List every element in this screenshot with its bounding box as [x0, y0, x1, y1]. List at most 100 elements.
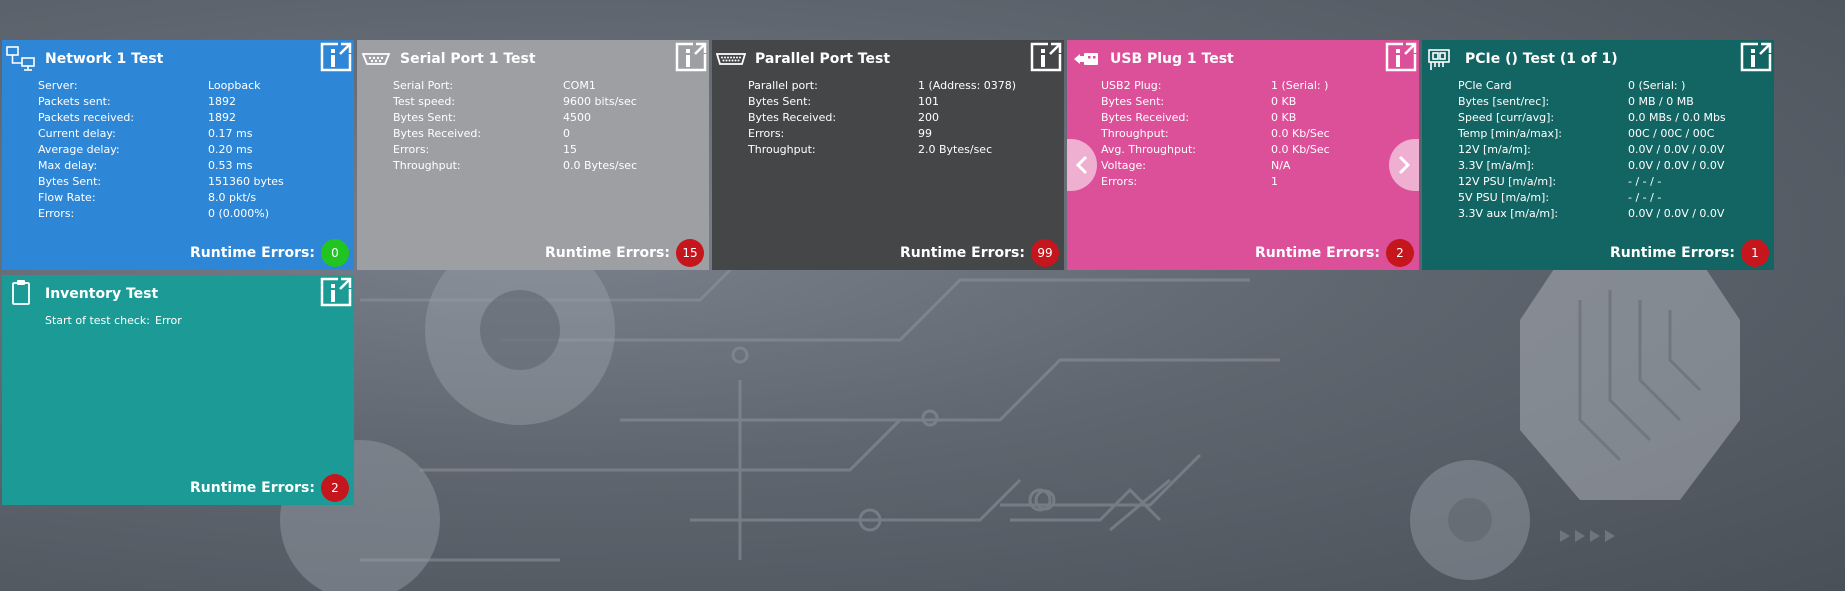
info-popout-icon[interactable]: [1385, 42, 1417, 72]
stat-row: Average delay: 0.20 ms: [38, 142, 284, 158]
info-popout-icon[interactable]: [675, 42, 707, 72]
stat-row: 12V PSU [m/a/m]: - / - / -: [1458, 174, 1726, 190]
stat-label: Bytes Sent:: [1101, 95, 1165, 108]
runtime-errors-badge: 2: [321, 474, 349, 502]
stat-label: 12V PSU [m/a/m]:: [1458, 175, 1557, 188]
stat-row: Bytes [sent/rec]: 0 MB / 0 MB: [1458, 94, 1726, 110]
stat-row: Errors: 1: [1101, 174, 1330, 190]
stat-value: COM1: [563, 79, 596, 92]
stat-value: 0.53 ms: [208, 159, 253, 172]
runtime-errors-label: Runtime Errors:: [545, 245, 670, 261]
tile-title: Network 1 Test: [45, 51, 164, 67]
stats-table: PCIe Card 0 (Serial: ) Bytes [sent/rec]: 0 …: [1458, 78, 1726, 222]
runtime-errors-label: Runtime Errors:: [1610, 245, 1735, 261]
stat-label: 3.3V aux [m/a/m]:: [1458, 207, 1559, 220]
stat-row: Bytes Received: 0: [393, 126, 637, 142]
stat-label: Errors:: [393, 143, 430, 156]
stat-label: Flow Rate:: [38, 191, 96, 204]
stat-value: 0.0 Bytes/sec: [563, 159, 638, 172]
inventory-test-tile[interactable]: Inventory Test Start of test check: Error…: [2, 275, 354, 505]
stat-row: Temp [min/a/max]: 00C / 00C / 00C: [1458, 126, 1726, 142]
prev-item-button[interactable]: [1067, 139, 1097, 191]
usb-plug-icon: [1074, 53, 1098, 65]
stat-value: 151360 bytes: [208, 175, 284, 188]
stat-label: 3.3V [m/a/m]:: [1458, 159, 1535, 172]
stat-label: Average delay:: [38, 143, 120, 156]
stat-row: Bytes Received: 0 KB: [1101, 110, 1330, 126]
stat-row: Bytes Sent: 101: [748, 94, 1016, 110]
stat-value: 4500: [563, 111, 591, 124]
runtime-errors-badge: 2: [1386, 239, 1414, 267]
stat-value: 1 (Address: 0378): [918, 79, 1017, 92]
pcie-test-tile[interactable]: PCIe () Test (1 of 1) PCIe Card 0 (Serial…: [1422, 40, 1774, 270]
stat-row: Flow Rate: 8.0 pkt/s: [38, 190, 284, 206]
stat-row: USB2 Plug: 1 (Serial: ): [1101, 78, 1330, 94]
runtime-errors-badge: 99: [1031, 239, 1059, 267]
parallel-port-icon: [716, 53, 746, 65]
parallel-port-test-tile[interactable]: Parallel Port Test Parallel port: 1 (Addr…: [712, 40, 1064, 270]
stat-label: Bytes Received:: [393, 127, 482, 140]
pcie-card-icon: [1428, 49, 1450, 70]
info-popout-icon[interactable]: [320, 42, 352, 72]
network-computers-icon: [6, 46, 35, 71]
info-popout-icon[interactable]: [1030, 42, 1062, 72]
stat-row: Errors: 99: [748, 126, 1016, 142]
runtime-errors: Runtime Errors: 1: [1610, 238, 1769, 268]
stat-label: Avg. Throughput:: [1101, 143, 1196, 156]
stat-label: 5V PSU [m/a/m]:: [1458, 191, 1550, 204]
serial-port-test-tile[interactable]: Serial Port 1 Test Serial Port: COM1 Test …: [357, 40, 709, 270]
stat-row: Bytes Sent: 4500: [393, 110, 637, 126]
stat-label: Voltage:: [1101, 159, 1146, 172]
stat-value: 1 (Serial: ): [1271, 79, 1329, 92]
network-test-tile[interactable]: Network 1 Test Server: Loopback Packets se…: [2, 40, 354, 270]
stat-row: 3.3V aux [m/a/m]: 0.0V / 0.0V / 0.0V: [1458, 206, 1726, 222]
info-popout-icon[interactable]: [1740, 42, 1772, 72]
runtime-errors: Runtime Errors: 15: [545, 238, 704, 268]
stat-value: 200: [918, 111, 939, 124]
tile-title: Inventory Test: [45, 286, 159, 302]
stat-label: Errors:: [38, 207, 75, 220]
stat-row: Throughput: 0.0 Kb/Sec: [1101, 126, 1330, 142]
stat-row: Start of test check: Error: [45, 313, 182, 329]
stat-row: 12V [m/a/m]: 0.0V / 0.0V / 0.0V: [1458, 142, 1726, 158]
stats-table: Server: Loopback Packets sent: 1892 Packets …: [38, 78, 284, 222]
stat-value: 0.0 Kb/Sec: [1271, 127, 1330, 140]
stat-value: 0 MB / 0 MB: [1628, 95, 1694, 108]
stat-value: 0 (Serial: ): [1628, 79, 1686, 92]
info-popout-icon[interactable]: [320, 277, 352, 307]
stat-value: 00C / 00C / 00C: [1628, 127, 1715, 140]
stat-label: Bytes Sent:: [38, 175, 102, 188]
stat-row: 3.3V [m/a/m]: 0.0V / 0.0V / 0.0V: [1458, 158, 1726, 174]
stat-value: 0.0V / 0.0V / 0.0V: [1628, 159, 1725, 172]
runtime-errors: Runtime Errors: 0: [190, 238, 349, 268]
stat-value: 99: [918, 127, 932, 140]
stat-value: N/A: [1271, 159, 1291, 172]
stats-table: USB2 Plug: 1 (Serial: ) Bytes Sent: 0 KB Byt…: [1101, 78, 1330, 190]
runtime-errors-label: Runtime Errors:: [900, 245, 1025, 261]
stat-row: Bytes Sent: 151360 bytes: [38, 174, 284, 190]
usb-plug-test-tile[interactable]: USB Plug 1 Test USB2 Plug: 1 (Serial: ) By…: [1067, 40, 1419, 270]
tile-title: Serial Port 1 Test: [400, 51, 536, 67]
stat-row: Bytes Sent: 0 KB: [1101, 94, 1330, 110]
stat-row: Errors: 0 (0.000%): [38, 206, 284, 222]
stats-table: Parallel port: 1 (Address: 0378) Bytes Sen…: [748, 78, 1016, 158]
stat-row: Test speed: 9600 bits/sec: [393, 94, 637, 110]
stat-label: Errors:: [748, 127, 785, 140]
stat-label: Bytes Received:: [1101, 111, 1190, 124]
stat-value: 0 KB: [1271, 111, 1297, 124]
runtime-errors-label: Runtime Errors:: [190, 245, 315, 261]
serial-port-icon: [361, 53, 391, 65]
stat-row: Avg. Throughput: 0.0 Kb/Sec: [1101, 142, 1330, 158]
stat-row: Throughput: 2.0 Bytes/sec: [748, 142, 1016, 158]
clipboard-icon: [12, 280, 30, 305]
tile-title: Parallel Port Test: [755, 51, 891, 67]
stats-table: Start of test check: Error: [45, 313, 182, 329]
next-item-button[interactable]: [1389, 139, 1419, 191]
stat-label: Bytes Sent:: [393, 111, 457, 124]
stat-row: Current delay: 0.17 ms: [38, 126, 284, 142]
stat-value: 0: [563, 127, 570, 140]
stat-label: Start of test check:: [45, 314, 150, 327]
chevron-left-icon: [1075, 155, 1088, 175]
stat-label: Serial Port:: [393, 79, 454, 92]
stat-row: Throughput: 0.0 Bytes/sec: [393, 158, 637, 174]
